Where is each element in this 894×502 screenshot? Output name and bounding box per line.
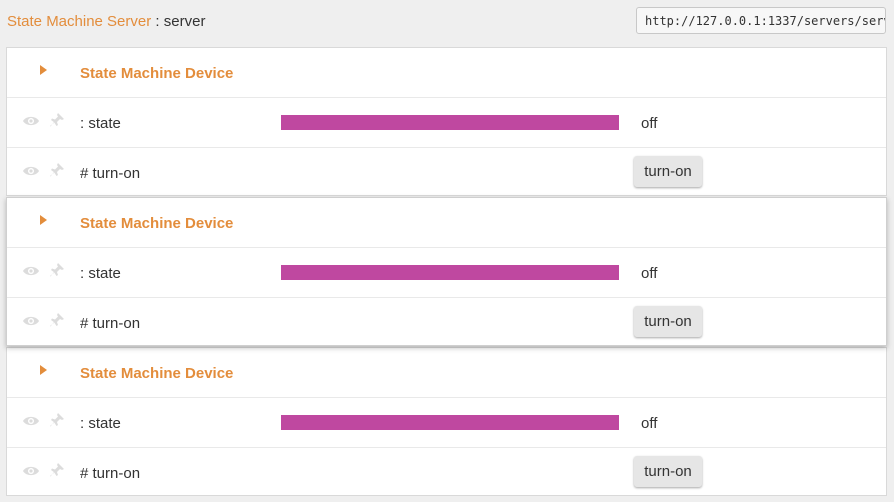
pin-icon[interactable] <box>49 412 65 428</box>
device-list: State Machine Device : state off # turn-… <box>6 47 887 496</box>
top-bar: State Machine Server : server http://127… <box>0 0 894 46</box>
state-bar <box>281 265 619 280</box>
state-label: : state <box>80 115 121 132</box>
turn-on-button[interactable]: turn-on <box>634 156 702 187</box>
pin-icon[interactable] <box>49 312 65 328</box>
device-title[interactable]: State Machine Device <box>80 365 233 382</box>
eye-icon[interactable] <box>22 264 40 278</box>
transition-label: # turn-on <box>80 315 141 332</box>
eye-icon[interactable] <box>22 314 40 328</box>
device-header[interactable]: State Machine Device <box>7 198 886 248</box>
device-title[interactable]: State Machine Device <box>80 65 233 82</box>
transition-label: # turn-on <box>80 165 141 182</box>
eye-icon[interactable] <box>22 114 40 128</box>
breadcrumb: State Machine Server : server <box>7 13 205 30</box>
server-link[interactable]: State Machine Server <box>7 13 151 30</box>
transition-row: # turn-on turn-on <box>7 148 886 198</box>
device-header[interactable]: State Machine Device <box>7 48 886 98</box>
breadcrumb-separator: : <box>151 13 164 30</box>
pin-icon[interactable] <box>49 112 65 128</box>
turn-on-button[interactable]: turn-on <box>634 456 702 487</box>
device-header[interactable]: State Machine Device <box>7 348 886 398</box>
url-field[interactable]: http://127.0.0.1:1337/servers/server/dev… <box>636 7 886 34</box>
state-row: : state off <box>7 98 886 148</box>
state-bar <box>281 415 619 430</box>
eye-icon[interactable] <box>22 464 40 478</box>
state-bar <box>281 115 619 130</box>
eye-icon[interactable] <box>22 164 40 178</box>
caret-right-icon[interactable] <box>40 65 47 75</box>
state-value: off <box>641 115 658 132</box>
device-card: State Machine Device : state off # turn-… <box>6 197 887 346</box>
server-name: server <box>163 13 206 30</box>
pin-icon[interactable] <box>49 462 65 478</box>
transition-row: # turn-on turn-on <box>7 298 886 348</box>
device-title[interactable]: State Machine Device <box>80 215 233 232</box>
pin-icon[interactable] <box>49 262 65 278</box>
state-value: off <box>641 415 658 432</box>
turn-on-button[interactable]: turn-on <box>634 306 702 337</box>
state-label: : state <box>80 415 121 432</box>
device-card: State Machine Device : state off # turn-… <box>6 347 887 496</box>
transition-row: # turn-on turn-on <box>7 448 886 498</box>
state-row: : state off <box>7 398 886 448</box>
state-label: : state <box>80 265 121 282</box>
state-row: : state off <box>7 248 886 298</box>
device-card: State Machine Device : state off # turn-… <box>6 47 887 196</box>
pin-icon[interactable] <box>49 162 65 178</box>
caret-right-icon[interactable] <box>40 215 47 225</box>
transition-label: # turn-on <box>80 465 141 482</box>
state-value: off <box>641 265 658 282</box>
eye-icon[interactable] <box>22 414 40 428</box>
caret-right-icon[interactable] <box>40 365 47 375</box>
